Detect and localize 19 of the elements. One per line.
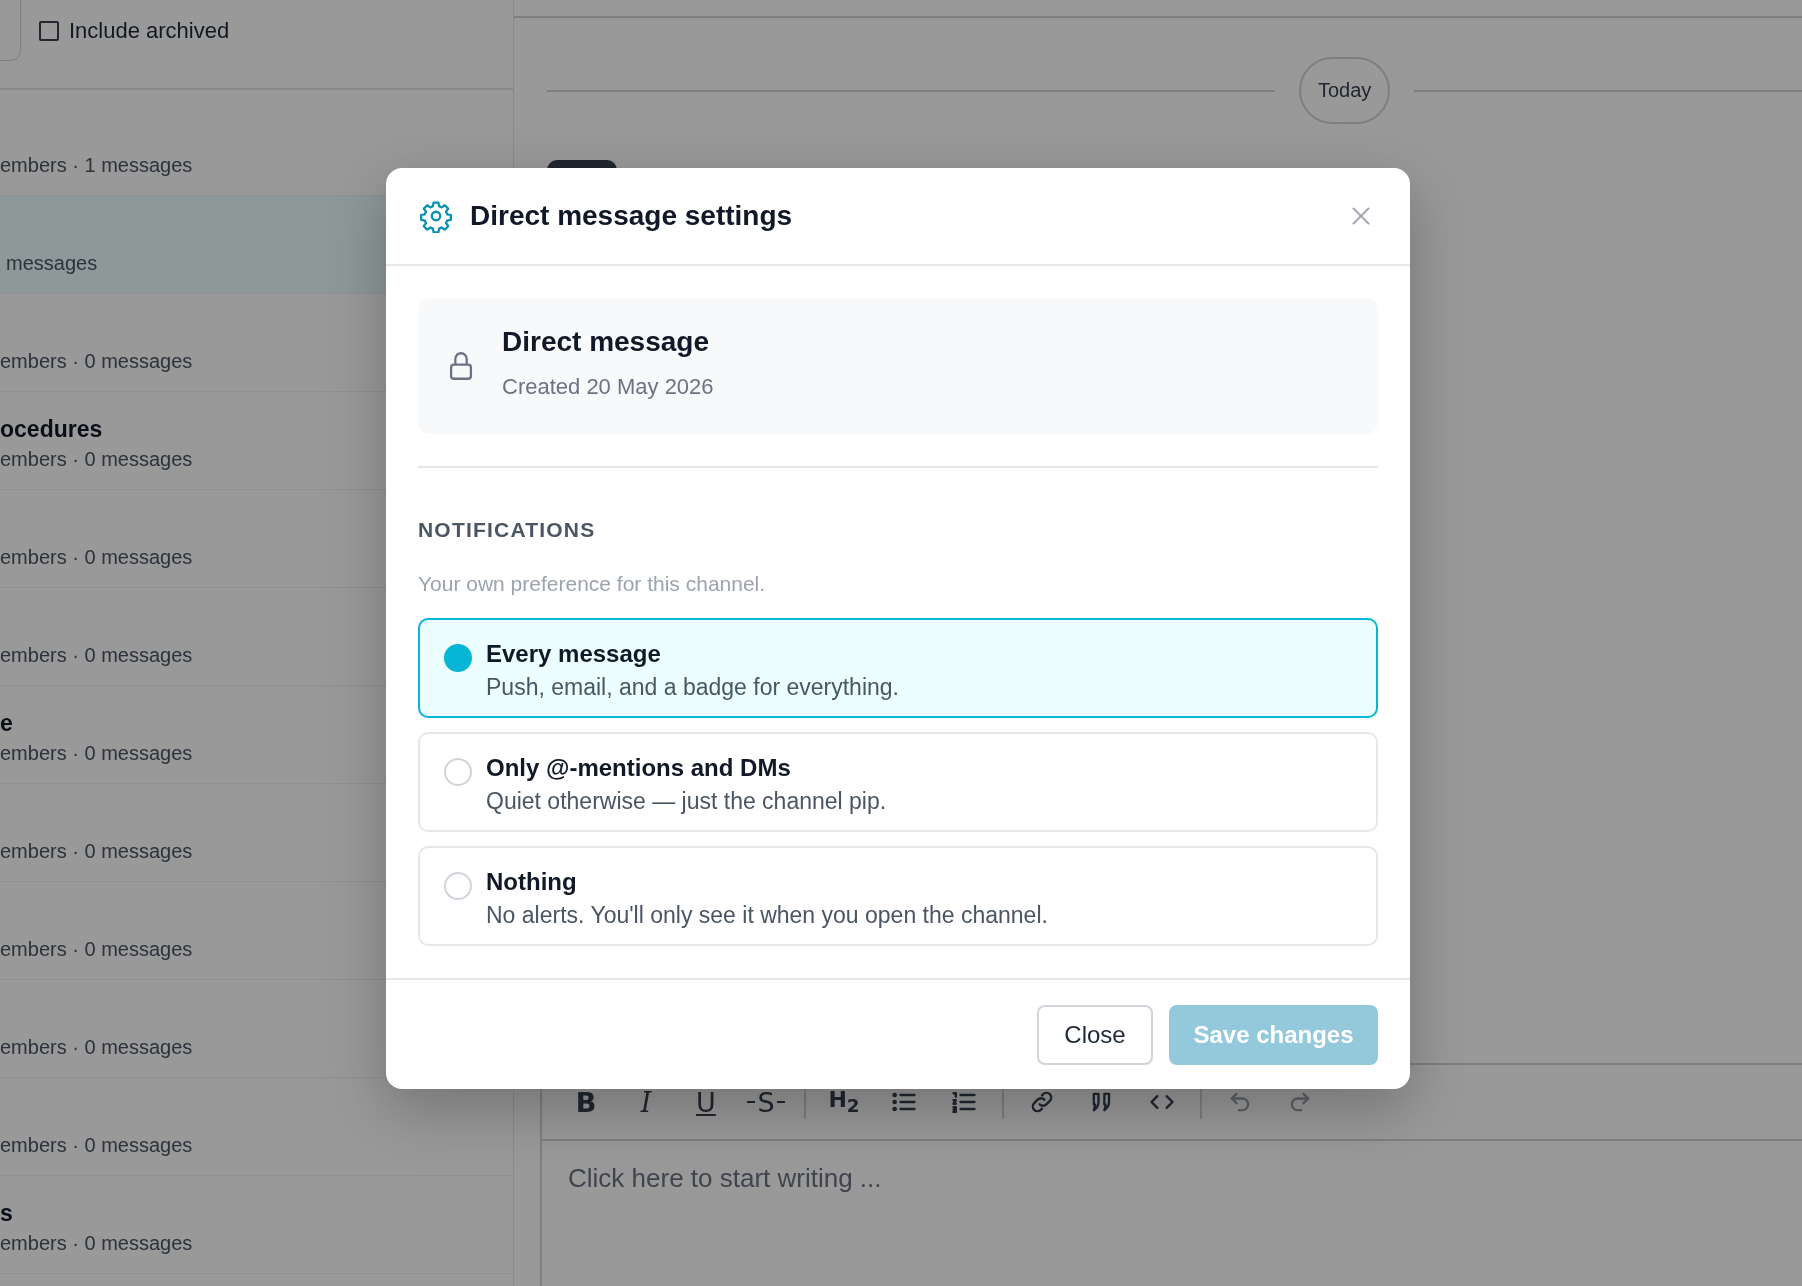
notification-option[interactable]: Every message Push, email, and a badge for everything. <box>418 618 1378 718</box>
underline-button[interactable]: U <box>684 1080 728 1124</box>
filter-field[interactable] <box>0 0 21 61</box>
heading-button[interactable]: H$_{2}$ <box>822 1080 866 1124</box>
radio-button[interactable] <box>444 872 472 900</box>
bold-button[interactable]: B <box>564 1080 608 1124</box>
strikethrough-button[interactable]: S <box>744 1080 788 1124</box>
settings-icon <box>419 199 453 233</box>
checkbox[interactable] <box>39 21 59 41</box>
channel-item[interactable]: s embers · 0 messages <box>0 1176 513 1274</box>
italic-button[interactable]: I <box>624 1080 668 1124</box>
close-button[interactable]: Close <box>1037 1005 1153 1065</box>
date-divider: Today <box>1299 57 1391 124</box>
notification-option[interactable]: Only @-mentions and DMs Quiet otherwise — just the channel pip. <box>418 732 1378 832</box>
notification-option[interactable]: Nothing No alerts. You'll only see it when you open the channel. <box>418 846 1378 946</box>
checkbox-label: Include archived <box>69 18 230 44</box>
editor-field[interactable]: Click here to start writing ... <box>568 1163 882 1194</box>
radio-button[interactable] <box>444 758 472 786</box>
radio-button[interactable] <box>444 644 472 672</box>
